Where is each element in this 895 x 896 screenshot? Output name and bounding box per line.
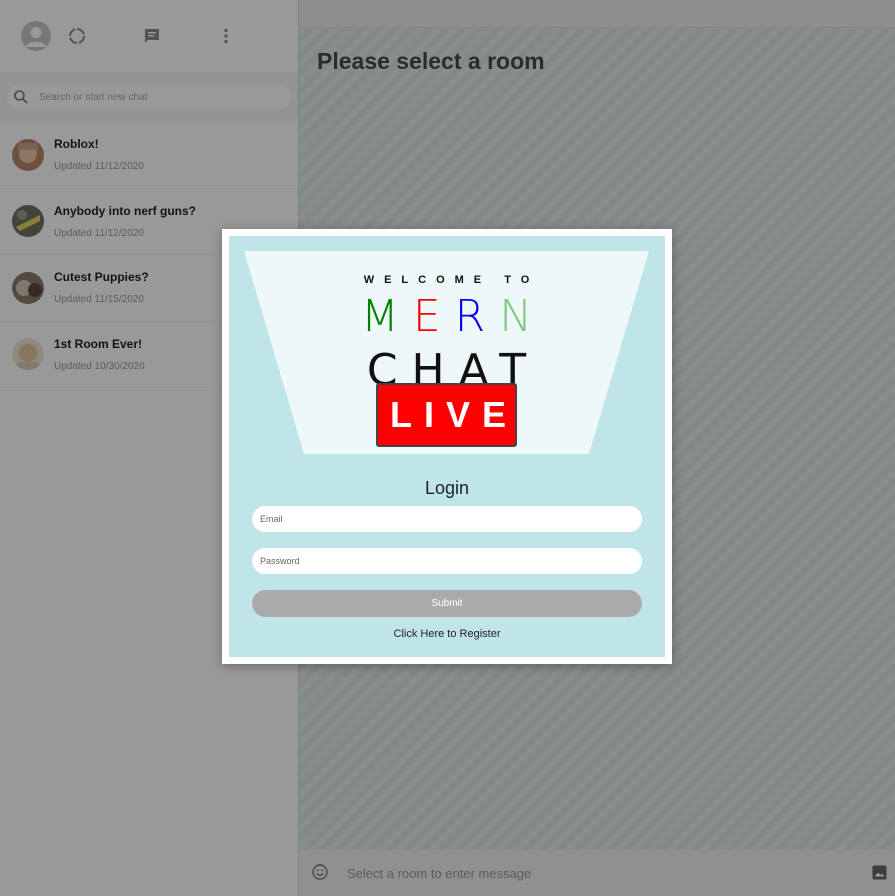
login-panel: WELCOME TO MERN CHAT LIVE Login Submit C… <box>229 236 665 657</box>
email-field[interactable] <box>252 506 642 532</box>
mern-logo: MERN <box>244 293 649 341</box>
register-link[interactable]: Click Here to Register <box>229 628 665 640</box>
live-badge: LIVE <box>376 383 517 447</box>
mern-letter-e: E <box>412 291 455 342</box>
mern-letter-n: N <box>499 291 547 342</box>
password-field[interactable] <box>252 548 642 574</box>
welcome-text: WELCOME TO <box>363 274 540 286</box>
logo-banner: WELCOME TO MERN CHAT LIVE <box>244 251 649 454</box>
submit-button[interactable]: Submit <box>252 590 642 617</box>
login-modal: WELCOME TO MERN CHAT LIVE Login Submit C… <box>222 229 672 664</box>
login-title: Login <box>424 478 470 498</box>
mern-letter-m: M <box>360 291 413 342</box>
mern-letter-r: R <box>454 291 500 342</box>
